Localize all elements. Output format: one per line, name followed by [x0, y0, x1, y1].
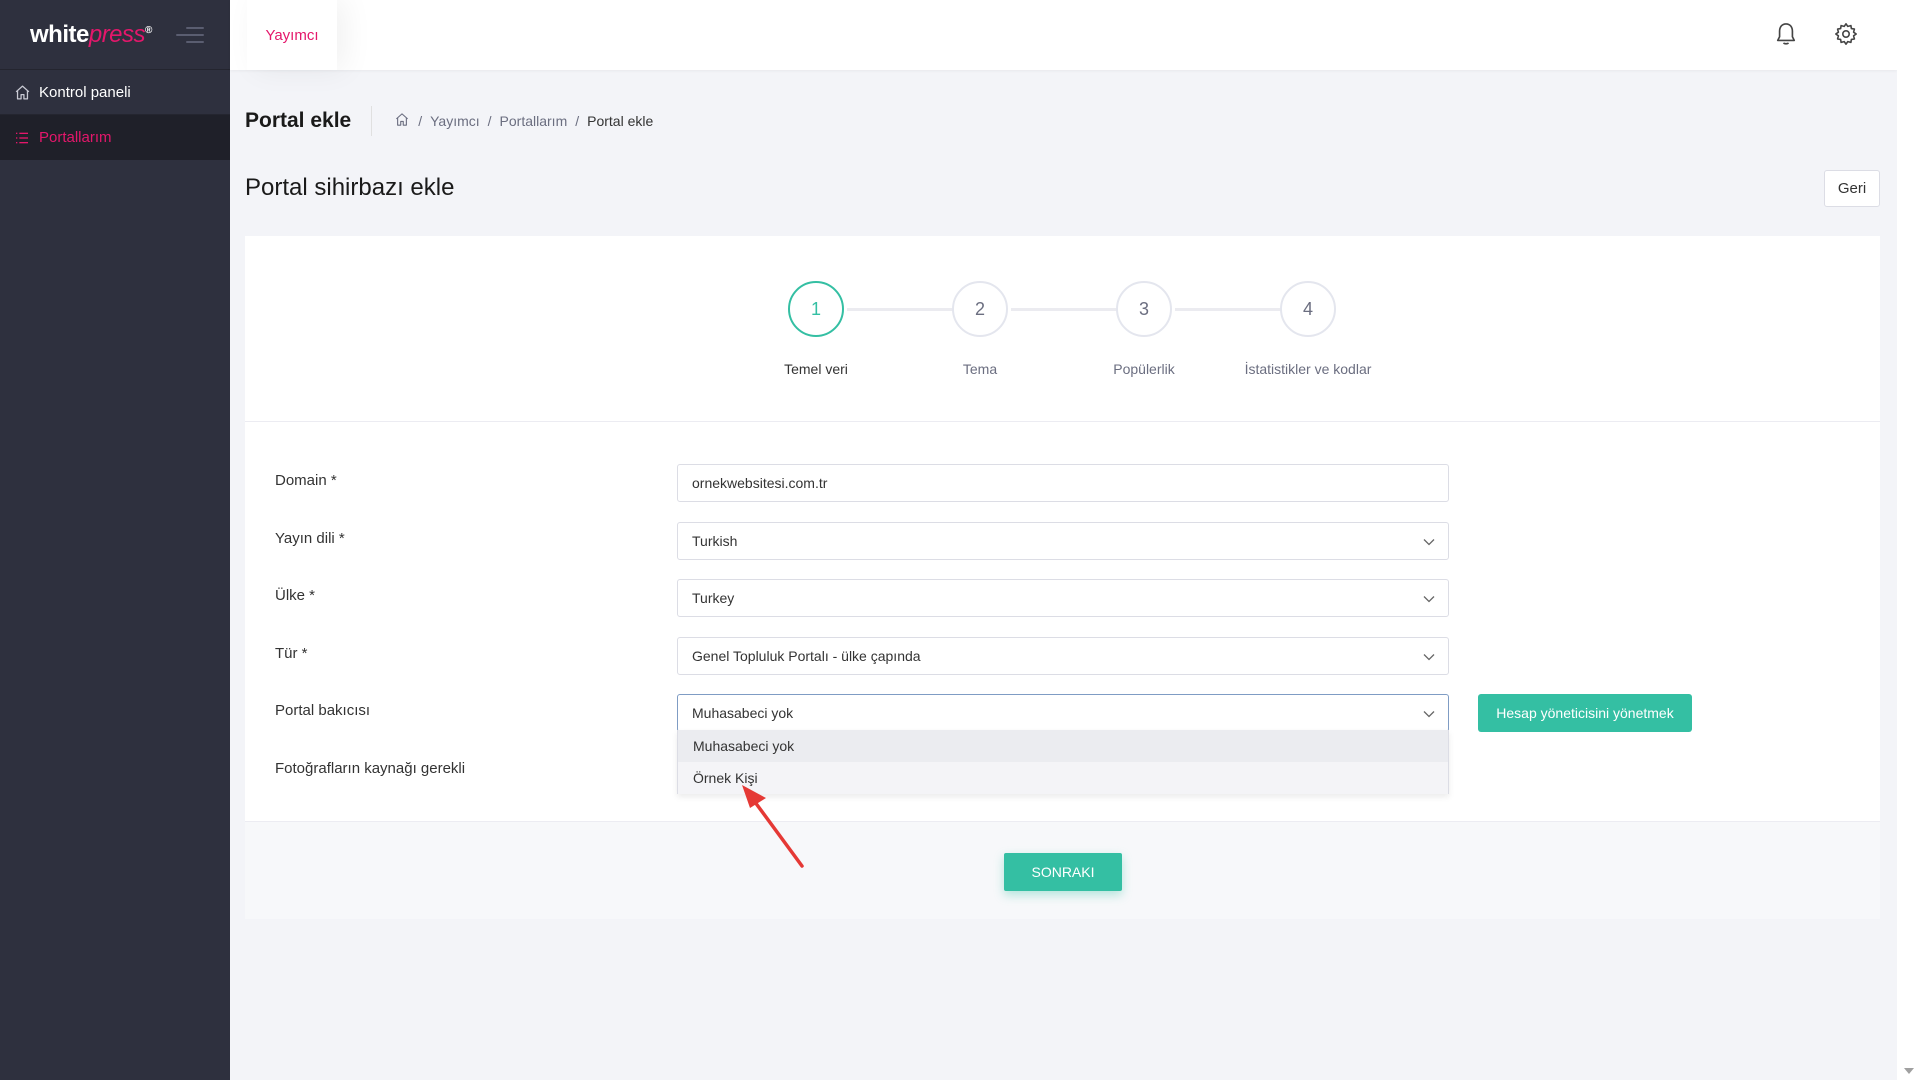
- chevron-down-icon: [1423, 654, 1435, 661]
- manage-account-manager-button[interactable]: Hesap yöneticisini yönetmek: [1478, 694, 1692, 732]
- list-icon: [13, 129, 31, 147]
- breadcrumb-current: Portal ekle: [587, 113, 654, 129]
- home-icon: [13, 83, 31, 101]
- keeper-select[interactable]: Muhasabeci yok: [677, 694, 1449, 732]
- home-icon[interactable]: [394, 112, 410, 130]
- breadcrumb-portals[interactable]: Portallarım: [500, 113, 568, 129]
- step-connector: [1175, 308, 1285, 311]
- step-4-label: İstatistikler ve kodlar: [1244, 361, 1372, 377]
- logo-white-text: white: [30, 20, 89, 48]
- bell-icon[interactable]: [1772, 20, 1800, 48]
- country-value: Turkey: [692, 590, 735, 606]
- domain-label: Domain *: [275, 472, 337, 489]
- step-1-circle[interactable]: 1: [788, 281, 844, 337]
- topbar: Yayımcı: [230, 0, 1897, 70]
- type-label: Tür *: [275, 645, 308, 662]
- menu-toggle-icon[interactable]: [175, 26, 204, 43]
- breadcrumb-separator: /: [418, 113, 423, 129]
- domain-value: ornekwebsitesi.com.tr: [692, 475, 828, 491]
- logo-press-text: press: [88, 20, 146, 48]
- annotation-arrow-icon: [742, 785, 804, 868]
- type-select[interactable]: Genel Topluluk Portalı - ülke çapında: [677, 637, 1449, 675]
- page-scrollbar[interactable]: [1897, 0, 1920, 1080]
- sidebar: whitepress® Kontrol paneli Portallarım: [0, 0, 230, 1080]
- gear-icon[interactable]: [1832, 20, 1860, 48]
- photo-source-label: Fotoğrafların kaynağı gerekli: [275, 760, 466, 777]
- back-button[interactable]: Geri: [1824, 170, 1880, 207]
- language-value: Turkish: [692, 533, 738, 549]
- step-connector: [1011, 308, 1121, 311]
- brand-bar: whitepress®: [0, 0, 230, 70]
- country-select[interactable]: Turkey: [677, 579, 1449, 617]
- wizard-steps: 1 2 3 4 Temel veri Tema Popülerlik İstat…: [245, 236, 1880, 422]
- language-label: Yayın dili *: [275, 530, 345, 547]
- keeper-label: Portal bakıcısı: [275, 702, 371, 719]
- sidebar-item-label: Portallarım: [39, 129, 112, 146]
- step-2-circle[interactable]: 2: [952, 281, 1008, 337]
- logo[interactable]: whitepress®: [30, 21, 152, 49]
- keeper-option-none[interactable]: Muhasabeci yok: [678, 730, 1448, 762]
- breadcrumb-separator: /: [487, 113, 492, 129]
- domain-input[interactable]: ornekwebsitesi.com.tr: [677, 464, 1449, 502]
- sidebar-item-label: Kontrol paneli: [39, 83, 131, 101]
- next-button[interactable]: SONRAKI: [1004, 853, 1122, 891]
- page-header: Portal ekle / Yayımcı / Portallarım / Po…: [245, 106, 653, 136]
- chevron-down-icon: [1423, 539, 1435, 546]
- breadcrumb-separator: /: [575, 113, 580, 129]
- country-label: Ülke *: [275, 587, 316, 604]
- language-select[interactable]: Turkish: [677, 522, 1449, 560]
- page-title: Portal ekle: [245, 106, 373, 136]
- tab-publisher[interactable]: Yayımcı: [247, 0, 337, 70]
- scroll-down-arrow-icon[interactable]: [1904, 1068, 1914, 1074]
- type-value: Genel Topluluk Portalı - ülke çapında: [692, 648, 921, 664]
- breadcrumb: / Yayımcı / Portallarım / Portal ekle: [394, 112, 653, 130]
- sidebar-item-dashboard[interactable]: Kontrol paneli: [0, 70, 230, 115]
- step-3-circle[interactable]: 3: [1116, 281, 1172, 337]
- step-connector: [847, 308, 957, 311]
- wizard-card: 1 2 3 4 Temel veri Tema Popülerlik İstat…: [245, 236, 1880, 919]
- step-4-circle[interactable]: 4: [1280, 281, 1336, 337]
- sidebar-item-portals[interactable]: Portallarım: [0, 115, 230, 160]
- wizard-title: Portal sihirbazı ekle: [245, 174, 455, 201]
- logo-registered-mark: ®: [145, 24, 152, 36]
- breadcrumb-publisher[interactable]: Yayımcı: [430, 113, 480, 129]
- keeper-value: Muhasabeci yok: [692, 705, 794, 721]
- chevron-down-icon: [1423, 711, 1435, 718]
- chevron-down-icon: [1423, 596, 1435, 603]
